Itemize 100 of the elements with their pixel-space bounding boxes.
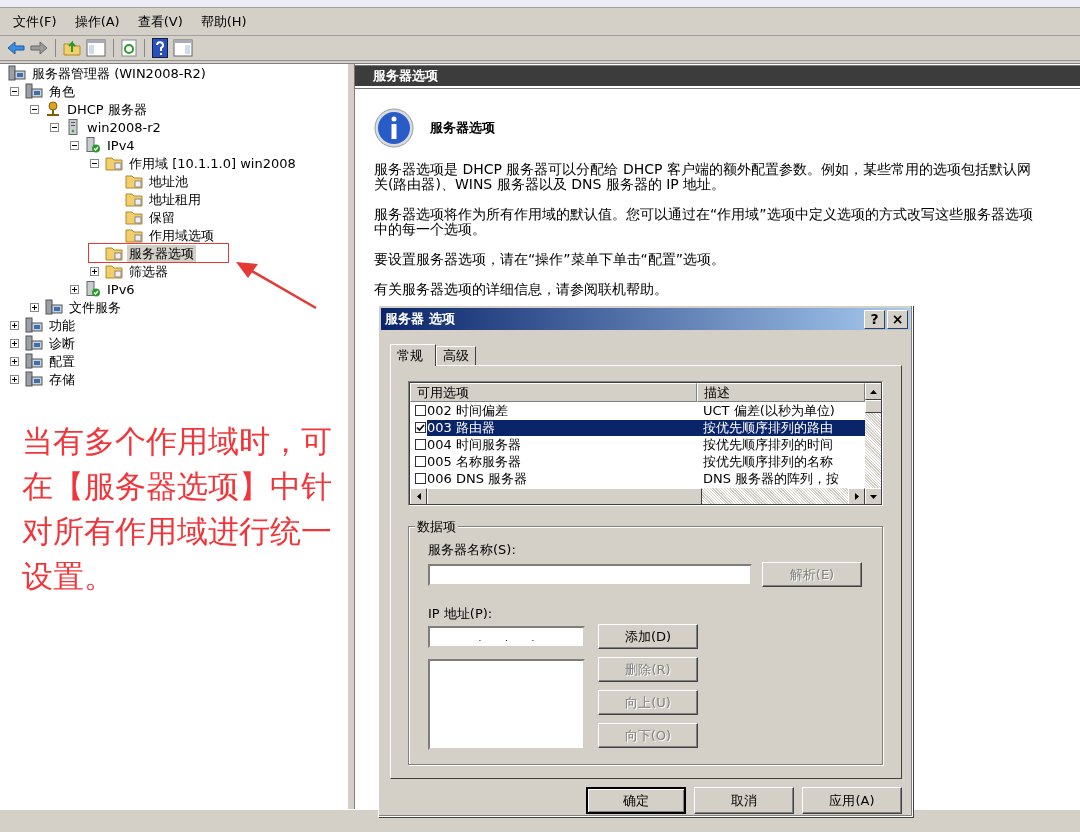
column-header[interactable]: 可用选项 bbox=[410, 383, 697, 402]
folder-icon bbox=[125, 209, 143, 225]
tree-item[interactable]: 作用域 [10.1.1.0] win2008 bbox=[127, 154, 298, 172]
horizontal-scrollbar[interactable] bbox=[410, 488, 865, 505]
list-row[interactable]: 002 时间偏差 UCT 偏差(以秒为单位) bbox=[427, 402, 865, 419]
list-row[interactable]: 005 名称服务器 按优先顺序排列的名称 bbox=[427, 453, 865, 470]
description-cell: 按优先顺序排列的路由 bbox=[702, 419, 833, 436]
annotation-text: 当有多个作用域时，可在【服务器选项】中针对所有作用域进行统一设置。 bbox=[22, 422, 333, 596]
panel-icon[interactable] bbox=[173, 39, 193, 57]
tree-item[interactable]: 筛选器 bbox=[127, 262, 170, 280]
folder-icon bbox=[125, 191, 143, 207]
collapse-toggle[interactable] bbox=[50, 122, 59, 132]
network-icon bbox=[45, 101, 61, 117]
description-cell: 按优先顺序排列的名称 bbox=[702, 453, 833, 470]
folder-icon bbox=[105, 155, 123, 171]
scroll-thumb[interactable] bbox=[427, 488, 702, 505]
computer-icon bbox=[25, 83, 43, 99]
menu-item[interactable]: 文件(F) bbox=[12, 12, 58, 31]
option-cell-text: 004 时间服务器 bbox=[427, 436, 522, 453]
list-row[interactable]: 004 时间服务器 按优先顺序排列的时间 bbox=[427, 436, 865, 453]
server-icon bbox=[65, 119, 81, 135]
expand-toggle[interactable] bbox=[10, 374, 19, 384]
checkbox[interactable] bbox=[415, 456, 426, 467]
tree-item[interactable]: 服务器管理器 (WIN2008-R2) bbox=[30, 64, 208, 82]
tree-item[interactable]: 服务器选项 bbox=[127, 244, 196, 262]
list-row[interactable]: 006 DNS 服务器 DNS 服务器的阵列，按 bbox=[427, 470, 865, 487]
checkbox[interactable] bbox=[415, 422, 426, 433]
description-cell: 按优先顺序排列的时间 bbox=[702, 436, 833, 453]
description-text: 服务器选项是 DHCP 服务器可以分配给 DHCP 客户端的额外配置参数。例如，某些常用的选项包括默认网关(路由器)、WINS 服务器以及 DNS 服务器的 IP 地址。 bbox=[374, 162, 1032, 192]
collapse-toggle[interactable] bbox=[10, 86, 19, 96]
expand-toggle[interactable] bbox=[30, 302, 39, 312]
description-text: 有关服务器选项的详细信息，请参阅联机帮助。 bbox=[374, 282, 669, 297]
tree-item[interactable]: 功能 bbox=[47, 316, 77, 334]
expand-toggle[interactable] bbox=[70, 284, 79, 294]
tree-item[interactable]: DHCP 服务器 bbox=[65, 100, 149, 118]
description-cell: DNS 服务器的阵列，按 bbox=[702, 470, 840, 487]
help-button[interactable]: ? bbox=[864, 309, 885, 329]
description-text: 要设置服务器选项，请在“操作”菜单下单击“配置”选项。 bbox=[374, 252, 726, 267]
description-cell: UCT 偏差(以秒为单位) bbox=[702, 402, 835, 419]
ip-address-field[interactable]: . . . bbox=[428, 626, 585, 648]
menu-item[interactable]: 查看(V) bbox=[136, 12, 184, 31]
dialog-button[interactable]: 确定 bbox=[586, 787, 686, 814]
expand-toggle[interactable] bbox=[10, 338, 19, 348]
scroll-up-icon[interactable] bbox=[870, 389, 877, 394]
expand-toggle[interactable] bbox=[10, 356, 19, 366]
tree-item[interactable]: 作用域选项 bbox=[147, 226, 216, 244]
refresh-icon[interactable] bbox=[121, 39, 137, 57]
checkbox[interactable] bbox=[415, 439, 426, 450]
tree-item[interactable]: IPv6 bbox=[105, 280, 137, 298]
close-button[interactable]: × bbox=[887, 309, 908, 329]
menu-item[interactable]: 操作(A) bbox=[73, 12, 121, 31]
tree-item[interactable]: 配置 bbox=[47, 352, 77, 370]
option-cell-text: 002 时间偏差 bbox=[427, 402, 509, 419]
collapse-toggle[interactable] bbox=[90, 158, 99, 168]
tree-item[interactable]: 存储 bbox=[47, 370, 77, 388]
expand-toggle[interactable] bbox=[90, 266, 99, 276]
tree-item[interactable]: 保留 bbox=[147, 208, 177, 226]
field-label: 服务器名称(S): bbox=[428, 541, 517, 557]
tab[interactable]: 高级 bbox=[436, 346, 476, 365]
dialog-button[interactable]: 取消 bbox=[694, 787, 794, 814]
scroll-thumb[interactable] bbox=[865, 400, 882, 413]
tree-item[interactable]: 文件服务 bbox=[67, 298, 123, 316]
help-icon[interactable] bbox=[152, 38, 168, 58]
tree-item[interactable]: IPv4 bbox=[105, 136, 137, 154]
computer-icon bbox=[25, 353, 43, 369]
ip-address-list[interactable] bbox=[428, 659, 585, 750]
computer-icon bbox=[25, 335, 43, 351]
folder-icon bbox=[105, 245, 123, 261]
computer-icon bbox=[45, 299, 63, 315]
forward-icon[interactable] bbox=[30, 41, 48, 55]
expand-toggle[interactable] bbox=[10, 320, 19, 330]
server-name-field[interactable] bbox=[428, 563, 752, 586]
list-row[interactable]: 003 路由器 按优先顺序排列的路由 bbox=[427, 419, 865, 436]
folder-icon bbox=[125, 227, 143, 243]
list-action-button[interactable]: 添加(D) bbox=[598, 624, 698, 649]
scroll-right-icon[interactable] bbox=[854, 493, 859, 500]
scroll-down-icon[interactable] bbox=[870, 494, 877, 499]
info-icon bbox=[374, 108, 414, 148]
collapse-toggle[interactable] bbox=[30, 104, 39, 114]
scroll-left-icon[interactable] bbox=[416, 493, 421, 500]
server-check-icon bbox=[85, 281, 101, 297]
tree-item[interactable]: 诊断 bbox=[47, 334, 77, 352]
tab[interactable]: 常规 bbox=[390, 344, 436, 366]
back-icon[interactable] bbox=[7, 41, 25, 55]
tree-item[interactable]: 角色 bbox=[47, 82, 77, 100]
tree-item[interactable]: win2008-r2 bbox=[85, 118, 163, 136]
panel-icon[interactable] bbox=[86, 39, 106, 57]
vertical-scrollbar[interactable] bbox=[865, 382, 882, 505]
checkbox[interactable] bbox=[415, 405, 426, 416]
dialog-button[interactable]: 应用(A) bbox=[802, 787, 902, 814]
folder-icon bbox=[105, 263, 123, 279]
group-title: 数据项 bbox=[415, 518, 458, 536]
checkbox[interactable] bbox=[415, 473, 426, 484]
server-check-icon bbox=[85, 137, 101, 153]
option-cell-text: 006 DNS 服务器 bbox=[427, 470, 529, 487]
menu-item[interactable]: 帮助(H) bbox=[199, 12, 248, 31]
tree-item[interactable]: 地址租用 bbox=[147, 190, 203, 208]
column-header[interactable]: 描述 bbox=[697, 383, 865, 402]
tree-item[interactable]: 地址池 bbox=[147, 172, 190, 190]
collapse-toggle[interactable] bbox=[70, 140, 79, 150]
